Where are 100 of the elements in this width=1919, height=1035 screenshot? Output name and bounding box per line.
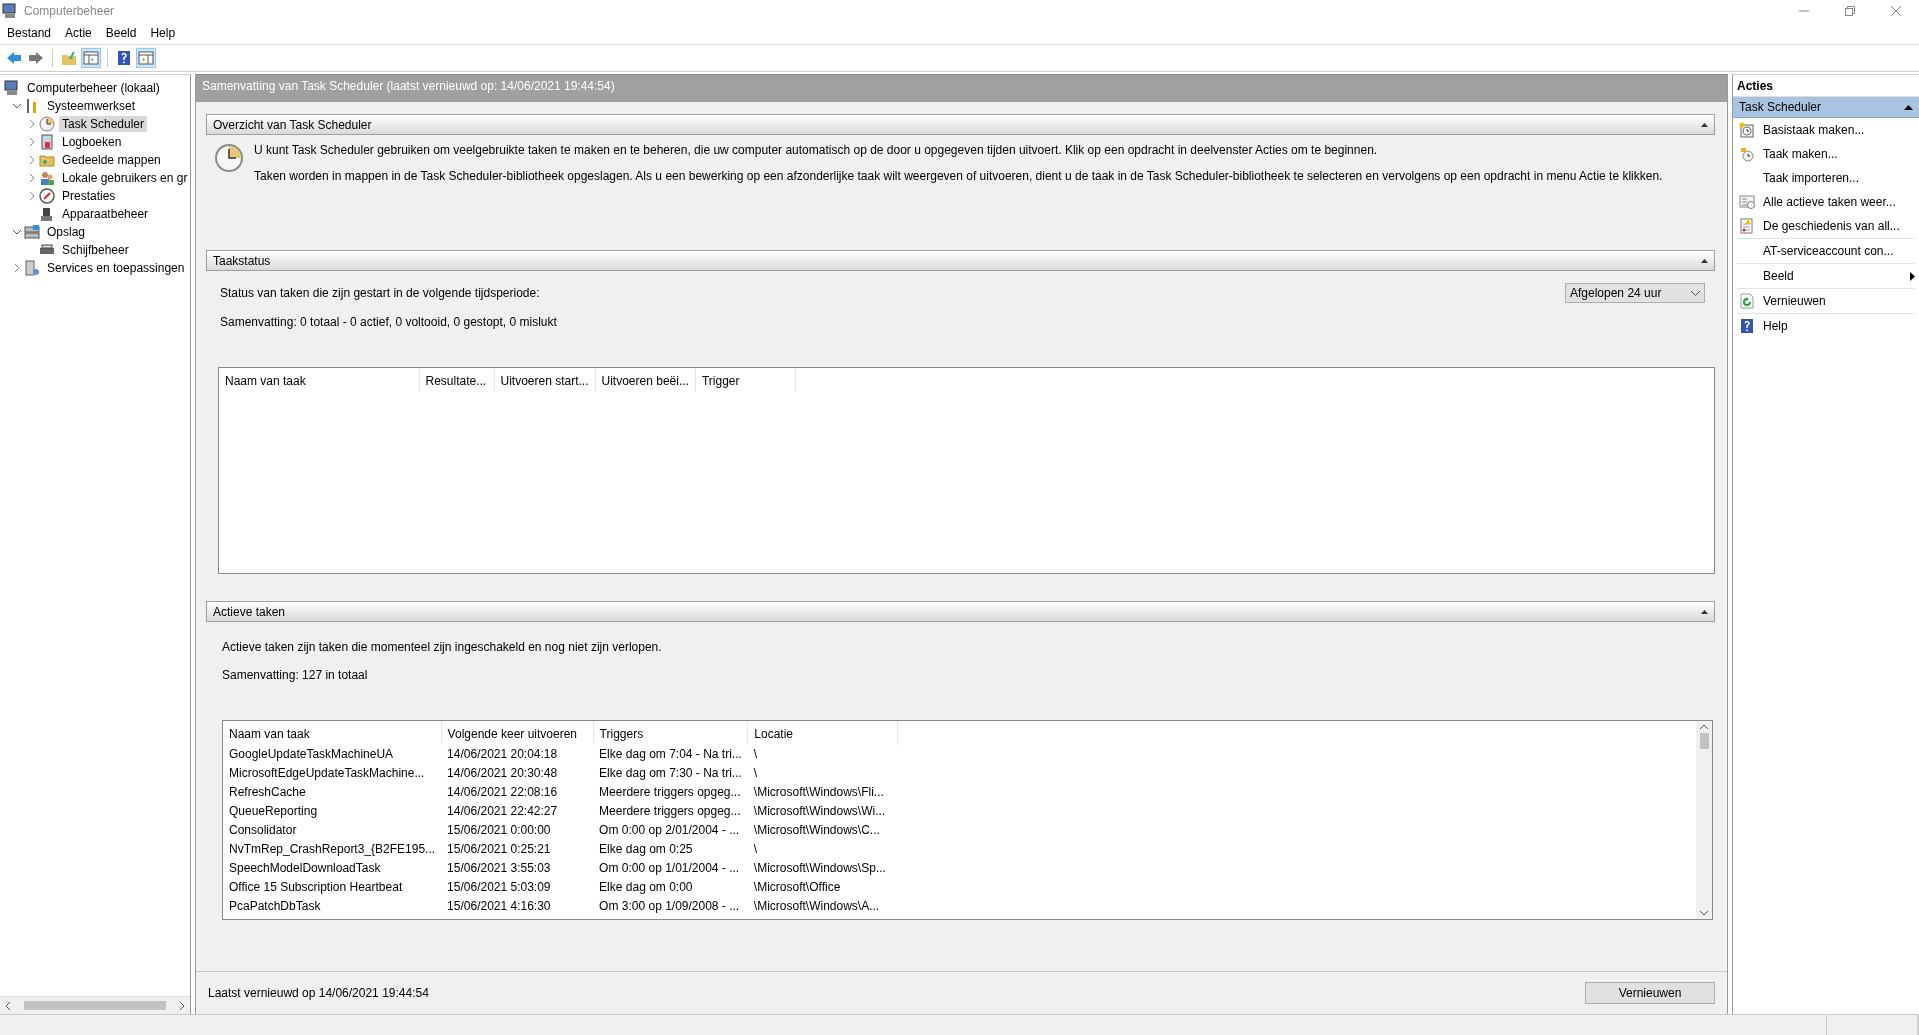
menu-item[interactable]: Bestand <box>0 24 59 42</box>
tree-item[interactable]: Gedeelde mappen <box>59 152 164 168</box>
table-cell-text: \Microsoft\Office <box>752 879 842 896</box>
expand-chevron-icon[interactable] <box>28 156 36 164</box>
expand-chevron-icon[interactable] <box>28 120 36 128</box>
scroll-left-icon[interactable] <box>4 1001 12 1010</box>
group-header[interactable]: Task Scheduler <box>1733 97 1919 118</box>
action-link[interactable]: Vernieuwen <box>1763 294 1915 308</box>
tree-item[interactable]: Services en toepassingen <box>44 260 188 276</box>
users-icon <box>39 170 55 186</box>
action-link[interactable]: Help <box>1763 319 1915 333</box>
column-header[interactable]: Uitvoeren beëi... <box>595 368 696 392</box>
scroll-up-icon[interactable] <box>1700 724 1708 729</box>
period-dropdown[interactable]: Afgelopen 24 uur <box>1565 283 1705 303</box>
horizontal-scrollbar[interactable] <box>0 996 190 1014</box>
table-cell-text: \ <box>752 765 759 782</box>
summary-text: Samenvatting: 127 in totaal <box>222 668 368 682</box>
status-text: Laatst vernieuwd op 14/06/2021 19:44:54 <box>208 986 429 1000</box>
folder-icon <box>61 50 77 66</box>
column-header[interactable]: Uitvoeren start... <box>494 368 596 392</box>
clock-task-icon <box>1739 146 1755 162</box>
description-text: U kunt Task Scheduler gebruiken om veelgebruikte taken te maken en te beheren, die uw computer automatisch op de door u opgegeven tijden uitvoert. Klik op een opdracht in deelvenster Acties om te beginnen. <box>254 143 1379 157</box>
close-icon[interactable] <box>1891 6 1901 16</box>
action-link[interactable]: Taak importeren... <box>1763 171 1915 185</box>
scroll-thumb[interactable] <box>1699 733 1709 749</box>
collapse-chevron-icon[interactable] <box>13 228 21 236</box>
description-text: Actieve taken zijn taken die momenteel zijn ingeschakeld en nog niet zijn verlopen. <box>222 640 662 654</box>
collapse-arrow-icon[interactable] <box>1701 122 1708 127</box>
table-cell-text: \Microsoft\Windows\Sp... <box>752 860 887 877</box>
section-title: Overzicht van Task Scheduler <box>213 117 373 132</box>
column-header[interactable]: Volgende keer uitvoeren <box>441 721 594 745</box>
vertical-scrollbar[interactable] <box>1696 721 1712 919</box>
help-icon <box>116 50 132 66</box>
tree-item[interactable]: Systeemwerkset <box>44 98 139 114</box>
menu-item[interactable]: Help <box>143 24 183 42</box>
summary-text: Samenvatting: 0 totaal - 0 actief, 0 voltooid, 0 gestopt, 0 mislukt <box>220 315 557 329</box>
collapse-arrow-icon[interactable] <box>1701 258 1708 263</box>
table-cell-text: Om 0:00 op 2/01/2004 - ... <box>598 822 741 839</box>
table-cell-text: RefreshCache <box>228 784 307 801</box>
collapse-arrow-icon[interactable] <box>1701 609 1708 614</box>
action-link[interactable]: AT-serviceaccount con... <box>1763 244 1915 258</box>
collapse-chevron-icon[interactable] <box>13 102 21 110</box>
chevron-down-icon[interactable] <box>1691 290 1700 296</box>
tree-item[interactable]: Computerbeheer (lokaal) <box>24 80 163 96</box>
description-text: Taken worden in mappen in de Task Scheduler-bibliotheek opgeslagen. Als u een bewerking op een afzonderlijke taak wilt weergeven of uitvoeren, dient u de taak in de Task Scheduler-bibliotheek te selecteren en vervolgens op een opdracht in menu Actie te klikken. <box>254 169 1663 183</box>
table-cell-text: 15/06/2021 0:00:00 <box>446 822 552 839</box>
window-title: Computerbeheer <box>24 4 115 18</box>
tree-item[interactable]: Opslag <box>44 224 89 240</box>
table-cell-text: 15/06/2021 0:25:21 <box>446 841 552 858</box>
table-cell: Elke dag om 7:04 - Na tri... <box>593 745 748 764</box>
tree-item[interactable]: Prestaties <box>59 188 119 204</box>
table-cell-text: 15/06/2021 5:03:09 <box>446 879 552 896</box>
tree-item[interactable]: Schijfbeheer <box>59 242 132 258</box>
table-cell: 14/06/2021 20:04:18 <box>441 745 594 764</box>
table-cell-text: \Microsoft\Windows\Wi... <box>752 803 887 820</box>
table-cell-text: PcaPatchDbTask <box>228 898 322 915</box>
computer-icon <box>4 80 20 96</box>
table-cell-text: MicrosoftEdgeUpdateTaskMachine... <box>228 765 426 782</box>
device-icon <box>39 206 55 222</box>
column-header[interactable]: Resultate... <box>419 368 494 392</box>
table-cell: GoogleUpdateTaskMachineUA <box>223 745 442 764</box>
collapse-arrow-icon[interactable] <box>1904 104 1913 110</box>
section-header[interactable]: Overzicht van Task Scheduler <box>206 114 1715 135</box>
restore-icon[interactable] <box>1845 6 1855 16</box>
action-link[interactable]: Alle actieve taken weer... <box>1763 195 1915 209</box>
expand-chevron-icon[interactable] <box>28 174 36 182</box>
column-header[interactable]: Locatie <box>747 721 898 745</box>
column-header[interactable]: Trigger <box>695 368 796 392</box>
expand-chevron-icon[interactable] <box>28 192 36 200</box>
task-list-icon <box>1739 194 1755 210</box>
group-title: Task Scheduler <box>1739 100 1822 114</box>
action-link[interactable]: Beeld <box>1763 269 1902 283</box>
section-header[interactable]: Taakstatus <box>206 250 1715 271</box>
tree-item[interactable]: Task Scheduler <box>59 116 148 132</box>
action-link[interactable]: De geschiedenis van all... <box>1763 219 1915 233</box>
scroll-down-icon[interactable] <box>1700 911 1708 916</box>
column-header[interactable]: Triggers <box>593 721 748 745</box>
action-link[interactable]: Basistaak maken... <box>1763 123 1915 137</box>
tree-item[interactable]: Apparaatbeheer <box>59 206 152 222</box>
column-header[interactable]: Naam van taak <box>219 368 419 392</box>
expand-chevron-icon[interactable] <box>13 264 21 272</box>
action-link[interactable]: Taak maken... <box>1763 147 1915 161</box>
table-cell-text: Office 15 Subscription Heartbeat <box>228 879 404 896</box>
pane-title: Samenvatting van Task Scheduler (laatst vernieuwd op: 14/06/2021 19:44:54) <box>202 79 615 93</box>
table-cell-text: SpeechModelDownloadTask <box>228 860 382 877</box>
menu-item[interactable]: Beeld <box>98 24 144 42</box>
toolbar-button[interactable] <box>136 48 156 68</box>
expand-chevron-icon[interactable] <box>28 138 36 146</box>
scroll-right-icon[interactable] <box>178 1001 186 1010</box>
tree-item[interactable]: Logboeken <box>59 134 125 150</box>
menu-item[interactable]: Actie <box>58 24 99 42</box>
log-book-icon <box>39 134 55 150</box>
computer-icon <box>2 3 18 19</box>
toolbar-button[interactable] <box>81 48 101 68</box>
tree-item[interactable]: Lokale gebruikers en gr <box>59 170 190 186</box>
refresh-button[interactable]: Vernieuwen <box>1585 982 1715 1004</box>
section-header[interactable]: Actieve taken <box>206 601 1715 622</box>
back-arrow-icon <box>6 50 22 66</box>
column-header[interactable]: Naam van taak <box>223 721 442 745</box>
scroll-thumb[interactable] <box>24 1001 166 1010</box>
